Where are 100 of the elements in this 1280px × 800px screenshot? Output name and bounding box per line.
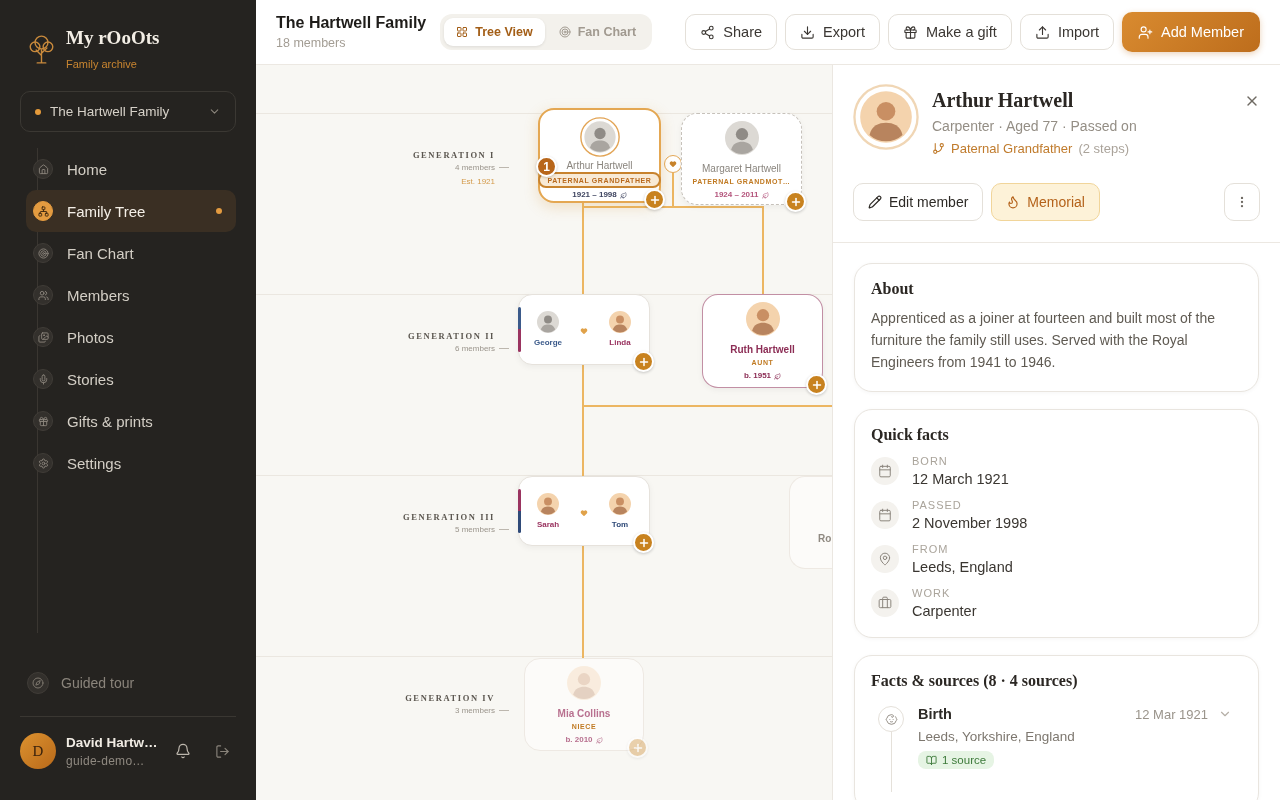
generation-count: 6 members bbox=[455, 344, 495, 353]
event-date: 12 Mar 1921 bbox=[1135, 706, 1208, 722]
nav-item[interactable]: Family Tree bbox=[26, 190, 236, 232]
family-select[interactable]: The Hartwell Family bbox=[20, 91, 236, 132]
target-icon bbox=[33, 243, 53, 263]
tree-logo-icon bbox=[27, 35, 56, 64]
add-button[interactable] bbox=[806, 374, 827, 395]
view-tab[interactable]: Tree View bbox=[444, 18, 545, 46]
card-title: Facts & sources (8 · 4 sources) bbox=[871, 672, 1079, 690]
leaf-icon bbox=[761, 191, 769, 199]
add-button[interactable] bbox=[644, 189, 665, 210]
relationship-link[interactable]: Paternal Grandfather bbox=[951, 141, 1073, 156]
plus-icon bbox=[810, 378, 823, 391]
nav-item[interactable]: Gifts & prints bbox=[26, 400, 236, 442]
toolbar-button[interactable]: Make a gift bbox=[887, 14, 1012, 50]
home-icon bbox=[33, 159, 53, 179]
relationship-steps: (2 steps) bbox=[1078, 141, 1129, 156]
generation-title: GENERATION I bbox=[412, 150, 495, 160]
plus-icon bbox=[637, 355, 650, 368]
upload-icon bbox=[1034, 24, 1050, 40]
add-button[interactable] bbox=[633, 532, 654, 553]
brand-tagline: Family archive bbox=[66, 58, 138, 71]
action-button[interactable]: Memorial bbox=[991, 183, 1100, 221]
card-title: Quick facts bbox=[871, 426, 950, 444]
generation-count: 5 members bbox=[455, 525, 495, 534]
logout-icon[interactable] bbox=[215, 743, 230, 759]
download-icon bbox=[800, 24, 816, 40]
heart-icon bbox=[580, 509, 588, 517]
leaf-icon bbox=[595, 736, 603, 744]
toolbar-button[interactable]: Share bbox=[685, 14, 778, 50]
map-pin-icon bbox=[871, 545, 899, 573]
add-button[interactable] bbox=[633, 351, 654, 372]
user-name: David Hartw… bbox=[66, 734, 159, 750]
heart-icon bbox=[580, 327, 588, 335]
nav-item[interactable]: Home bbox=[26, 148, 236, 190]
guided-tour-link[interactable]: Guided tour bbox=[20, 668, 236, 698]
add-button[interactable] bbox=[785, 191, 806, 212]
life-dates: 1921 – 1998 bbox=[572, 190, 627, 200]
target-icon bbox=[558, 26, 571, 38]
toolbar-button[interactable]: Import bbox=[1019, 14, 1114, 50]
event-title: Birth bbox=[918, 706, 952, 722]
fact-value: 2 November 1998 bbox=[912, 515, 1028, 531]
nav-item[interactable]: Fan Chart bbox=[26, 232, 236, 274]
card-title: About bbox=[871, 280, 915, 298]
member-name: Ruth Hartwell bbox=[730, 344, 795, 356]
avatar-icon bbox=[853, 84, 919, 150]
plus-icon bbox=[631, 741, 644, 754]
source-tag[interactable]: 1 source bbox=[918, 751, 995, 769]
member-name: Margaret Hartwell bbox=[702, 163, 781, 175]
life-dates: 1924 – 2011 bbox=[714, 190, 769, 200]
leaf-icon bbox=[619, 191, 627, 199]
gift-icon bbox=[33, 411, 53, 431]
network-icon bbox=[33, 201, 53, 221]
leaf-icon bbox=[774, 372, 782, 380]
event-place: Leeds, Yorkshire, England bbox=[918, 729, 1076, 744]
calendar-icon bbox=[871, 501, 899, 529]
couple-card[interactable]: Sarah Tom bbox=[518, 476, 650, 546]
share-icon bbox=[700, 24, 716, 40]
user-avatar[interactable]: D bbox=[20, 733, 56, 769]
nav-item[interactable]: Settings bbox=[26, 442, 236, 484]
notifications-icon[interactable] bbox=[175, 743, 191, 759]
nav-item[interactable]: Members bbox=[26, 274, 236, 316]
dot-icon bbox=[216, 208, 222, 214]
action-button[interactable]: Edit member bbox=[853, 183, 984, 221]
fact-label: PASSED bbox=[912, 499, 963, 511]
member-name: Mia Collins bbox=[557, 708, 611, 720]
fact-label: WORK bbox=[912, 587, 952, 599]
plus-icon bbox=[789, 195, 802, 208]
member-name: Linda bbox=[609, 338, 631, 347]
member-name: Arthur Hartwell bbox=[932, 89, 1075, 112]
brand-name: My rOoOts bbox=[66, 26, 160, 50]
dot-icon bbox=[35, 108, 41, 115]
calendar-icon bbox=[871, 457, 899, 485]
fact-value: Leeds, England bbox=[912, 559, 1013, 575]
generation-title: GENERATION II bbox=[408, 331, 495, 341]
nav-item[interactable]: Stories bbox=[26, 358, 236, 400]
couple-card[interactable]: George Linda bbox=[518, 294, 650, 365]
briefcase-icon bbox=[871, 589, 899, 617]
compass-icon bbox=[27, 672, 49, 694]
generation-title: GENERATION III bbox=[403, 512, 495, 522]
generation-count: 3 members bbox=[455, 706, 495, 715]
branch-icon bbox=[932, 142, 945, 155]
plus-icon bbox=[637, 536, 650, 549]
member-name: Ro bbox=[818, 533, 832, 545]
page-title: The Hartwell Family bbox=[276, 14, 427, 32]
nav-item[interactable]: Photos bbox=[26, 316, 236, 358]
pencil-icon bbox=[868, 195, 882, 209]
member-name: Arthur Hartwell bbox=[566, 160, 633, 172]
settings-icon bbox=[33, 453, 53, 473]
users-icon bbox=[33, 285, 53, 305]
member-name: Tom bbox=[611, 520, 629, 529]
member-name: Sarah bbox=[536, 520, 560, 529]
fact-value: 12 March 1921 bbox=[912, 471, 1009, 487]
fact-label: BORN bbox=[912, 455, 949, 467]
member-name: George bbox=[534, 338, 562, 347]
toolbar-button[interactable]: Export bbox=[785, 14, 880, 50]
generation-note: Est. 1921 bbox=[461, 177, 495, 186]
fact-value: Carpenter bbox=[912, 603, 977, 619]
gift-icon bbox=[902, 24, 918, 40]
grid-icon bbox=[456, 26, 469, 38]
